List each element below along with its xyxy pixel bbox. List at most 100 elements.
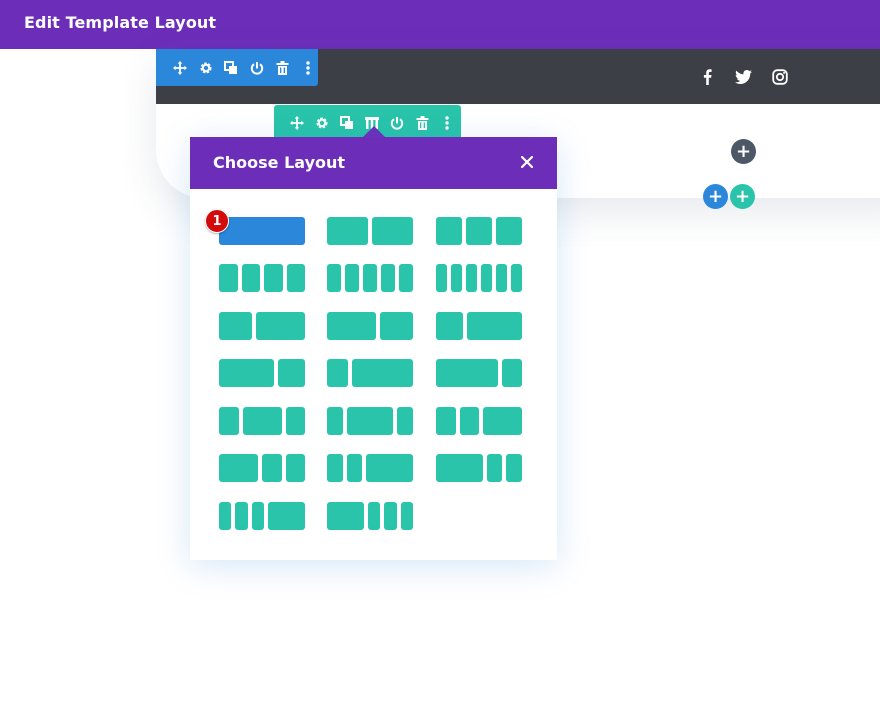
duplicate-icon[interactable]: [337, 113, 357, 133]
gear-icon[interactable]: [196, 58, 216, 78]
layout-column: [242, 407, 282, 435]
power-icon[interactable]: [387, 113, 407, 133]
modal-pointer: [363, 126, 385, 137]
layout-column: [235, 502, 248, 530]
layout-column: [436, 312, 464, 340]
layout-column: [381, 264, 395, 292]
move-icon[interactable]: [170, 58, 190, 78]
layout-option-1-6x6[interactable]: [436, 264, 522, 292]
layout-column: [262, 454, 282, 482]
layout-column: [368, 502, 381, 530]
top-bar: Edit Template Layout: [0, 0, 880, 49]
layout-column: [351, 359, 413, 387]
layout-column: [400, 502, 413, 530]
layout-column: [501, 359, 522, 387]
layout-option-1[interactable]: [219, 217, 305, 245]
layout-option-1-5x5[interactable]: [327, 264, 413, 292]
layout-option-2-5_3-5[interactable]: [219, 312, 305, 340]
layout-column: [436, 217, 462, 245]
layout-option-1-6_1-6_1-6_1-2[interactable]: [219, 502, 305, 530]
layout-option-1-4_3-4[interactable]: [327, 359, 413, 387]
layout-column: [483, 407, 522, 435]
layout-column: [327, 359, 348, 387]
layout-column: [436, 359, 498, 387]
layout-column: [467, 312, 522, 340]
layout-option-3-5_2-5[interactable]: [327, 312, 413, 340]
layout-column: [219, 264, 238, 292]
layout-option-1-3_2-3[interactable]: [436, 312, 522, 340]
page-title: Edit Template Layout: [24, 13, 217, 32]
layout-column: [219, 454, 258, 482]
layout-column: [277, 359, 305, 387]
layout-column: [267, 502, 305, 530]
layout-column: [285, 454, 305, 482]
twitter-icon[interactable]: [733, 67, 753, 87]
layout-option-1-4_1-4_1-2[interactable]: [436, 407, 522, 435]
layout-column: [397, 407, 413, 435]
layout-option-1-2_1-4_1-4[interactable]: [219, 454, 305, 482]
facebook-icon[interactable]: [697, 67, 717, 87]
add-module-button[interactable]: +: [731, 139, 756, 164]
add-section-button[interactable]: +: [703, 184, 728, 209]
move-icon[interactable]: [287, 113, 307, 133]
more-icon[interactable]: [298, 58, 318, 78]
layout-column: [436, 407, 456, 435]
layout-option-1-4_1-2_1-4[interactable]: [219, 407, 305, 435]
layout-column: [286, 264, 305, 292]
layout-column: [327, 502, 364, 530]
layout-column: [436, 264, 447, 292]
layout-column: [466, 264, 477, 292]
layout-column: [327, 264, 341, 292]
power-icon[interactable]: [247, 58, 267, 78]
layout-column: [241, 264, 260, 292]
layout-column: [372, 217, 413, 245]
more-icon[interactable]: [437, 113, 457, 133]
layout-option-1-4x4[interactable]: [219, 264, 305, 292]
trash-icon[interactable]: [412, 113, 432, 133]
layout-option-2-3_1-3[interactable]: [219, 359, 305, 387]
layout-column: [251, 502, 264, 530]
section-toolbar: [156, 49, 318, 86]
layout-column: [366, 454, 413, 482]
layout-option-3-5_1-5_1-5[interactable]: [436, 454, 522, 482]
layout-column: [345, 264, 359, 292]
layout-option-1-2_1-6_1-6_1-6[interactable]: [327, 502, 413, 530]
layout-column: [219, 217, 305, 245]
layout-column: [380, 312, 413, 340]
layout-column: [219, 407, 239, 435]
layout-column: [466, 217, 492, 245]
layout-column: [285, 407, 305, 435]
layout-column: [363, 264, 377, 292]
layout-option-3-4_1-4[interactable]: [436, 359, 522, 387]
layout-column: [327, 312, 377, 340]
modal-title: Choose Layout: [213, 153, 346, 172]
layout-column: [399, 264, 413, 292]
layout-column: [346, 407, 394, 435]
layout-column: [496, 264, 507, 292]
layout-column: [327, 217, 368, 245]
layout-column: [496, 217, 522, 245]
layout-column: [451, 264, 462, 292]
layout-column: [459, 407, 479, 435]
layout-option-1-2_1-2[interactable]: [327, 217, 413, 245]
step-badge: 1: [205, 209, 229, 233]
layout-column: [506, 454, 522, 482]
layout-column: [486, 454, 503, 482]
gear-icon[interactable]: [312, 113, 332, 133]
duplicate-icon[interactable]: [221, 58, 241, 78]
trash-icon[interactable]: [273, 58, 293, 78]
add-row-button[interactable]: +: [730, 184, 755, 209]
layout-column: [219, 502, 232, 530]
layout-option-1-3_1-3_1-3[interactable]: [436, 217, 522, 245]
layout-column: [327, 454, 343, 482]
modal-header: Choose Layout: [190, 137, 557, 189]
instagram-icon[interactable]: [770, 67, 790, 87]
layout-column: [327, 407, 343, 435]
layout-column: [511, 264, 522, 292]
layout-option-1-5_1-5_3-5[interactable]: [327, 454, 413, 482]
layout-option-1-5_3-5_1-5[interactable]: [327, 407, 413, 435]
layout-column: [219, 359, 274, 387]
close-icon[interactable]: [515, 150, 539, 174]
layout-column: [346, 454, 363, 482]
layout-column: [384, 502, 397, 530]
